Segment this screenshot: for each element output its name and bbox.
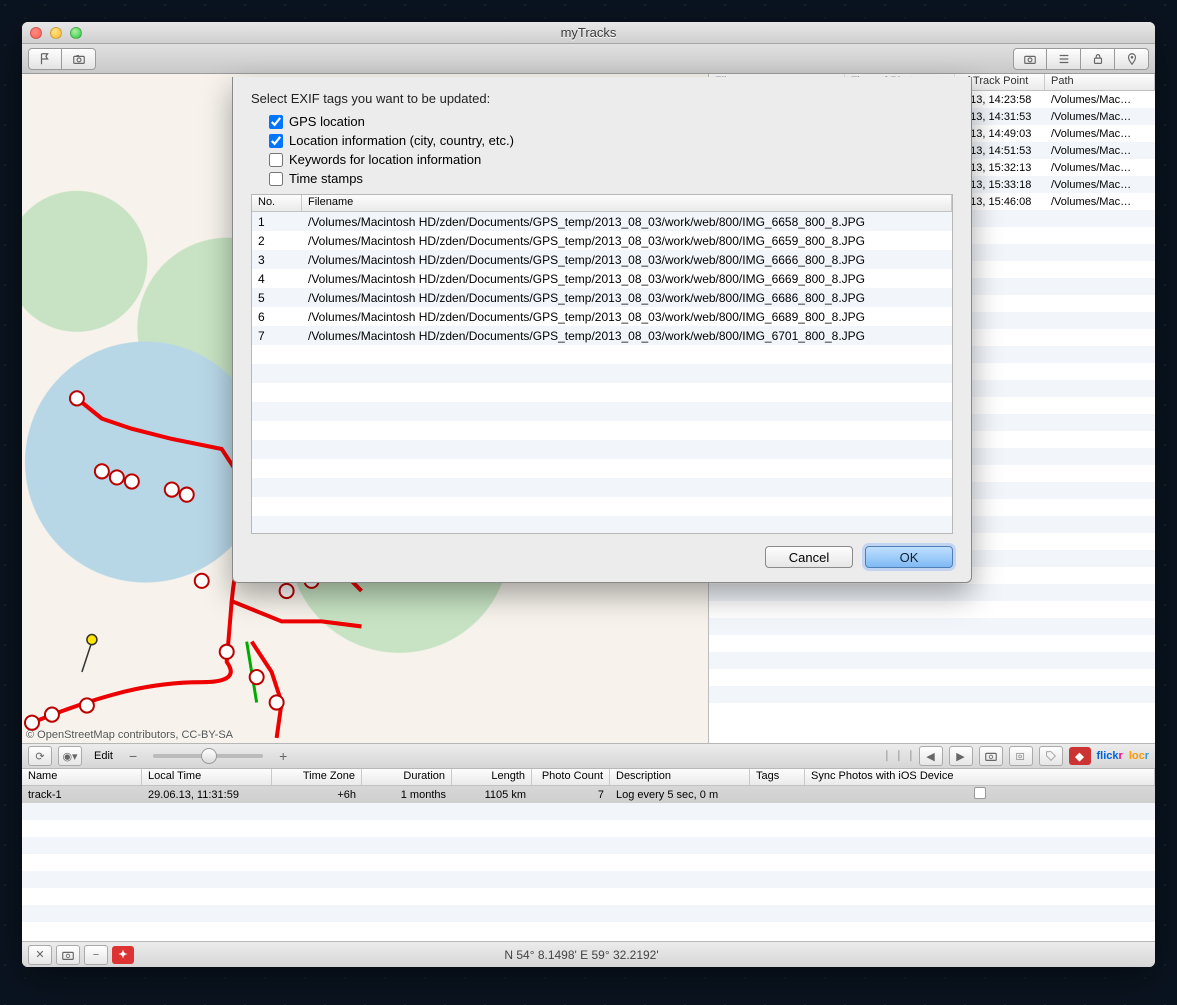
file-col-filename[interactable]: Filename (302, 195, 952, 211)
tracks-col-photocount[interactable]: Photo Count (532, 769, 610, 785)
exif-option-3[interactable]: Time stamps (251, 169, 953, 188)
exif-dialog: Select EXIF tags you want to be updated:… (232, 77, 972, 583)
tracks-col-duration[interactable]: Duration (362, 769, 452, 785)
zoom-slider[interactable] (153, 754, 263, 758)
top-toolbar (22, 44, 1155, 74)
photos-col-path[interactable]: Path (1045, 74, 1155, 90)
map-attribution: © OpenStreetMap contributors, CC-BY-SA (26, 729, 233, 741)
tracks-col-length[interactable]: Length (452, 769, 532, 785)
next-photo-button[interactable]: ▶ (949, 746, 973, 766)
titlebar[interactable]: myTracks (22, 22, 1155, 44)
ok-button[interactable]: OK (865, 546, 953, 568)
file-col-no[interactable]: No. (252, 195, 302, 211)
tracks-col-desc[interactable]: Description (610, 769, 750, 785)
track-row[interactable]: track-129.06.13, 11:31:59+6h1 months1105… (22, 786, 1155, 803)
file-row[interactable]: 1/Volumes/Macintosh HD/zden/Documents/GP… (252, 212, 952, 231)
exif-checkbox-3[interactable] (269, 172, 283, 186)
visibility-menu[interactable]: ◉▾ (58, 746, 82, 766)
window-title: myTracks (22, 25, 1155, 40)
exif-option-0[interactable]: GPS location (251, 112, 953, 131)
flickr-icon[interactable]: flickr (1097, 750, 1123, 762)
tracks-col-tz[interactable]: Time Zone (272, 769, 362, 785)
flag-button[interactable] (28, 48, 62, 70)
pin-view-button[interactable] (1115, 48, 1149, 70)
tracks-table[interactable]: track-129.06.13, 11:31:59+6h1 months1105… (22, 786, 1155, 941)
file-row[interactable]: 7/Volumes/Macintosh HD/zden/Documents/GP… (252, 326, 952, 345)
zoom-in-button[interactable]: + (275, 748, 291, 764)
photo-view-button[interactable] (1013, 48, 1047, 70)
tracks-header: Name Local Time Time Zone Duration Lengt… (22, 769, 1155, 786)
list-view-button[interactable] (1047, 48, 1081, 70)
file-row[interactable]: 6/Volumes/Macintosh HD/zden/Documents/GP… (252, 307, 952, 326)
tracks-col-tags[interactable]: Tags (750, 769, 805, 785)
exif-option-2[interactable]: Keywords for location information (251, 150, 953, 169)
status-bar: ✕ − ✦ N 54° 8.1498' E 59° 32.2192' (22, 941, 1155, 967)
sync-checkbox[interactable] (974, 787, 986, 799)
zoom-window-button[interactable] (70, 27, 82, 39)
exif-checkbox-2[interactable] (269, 153, 283, 167)
close-window-button[interactable] (30, 27, 42, 39)
delete-button[interactable]: ✕ (28, 945, 52, 965)
cancel-button[interactable]: Cancel (765, 546, 853, 568)
exif-checkbox-0[interactable] (269, 115, 283, 129)
file-row[interactable]: 4/Volumes/Macintosh HD/zden/Documents/GP… (252, 269, 952, 288)
locr-icon[interactable]: locr (1129, 750, 1149, 762)
tracks-col-sync[interactable]: Sync Photos with iOS Device (805, 769, 1155, 785)
file-table[interactable]: No. Filename 1/Volumes/Macintosh HD/zden… (251, 194, 953, 534)
camera-button[interactable] (62, 48, 96, 70)
export-photo-button[interactable] (1009, 746, 1033, 766)
exif-checkbox-1[interactable] (269, 134, 283, 148)
file-row[interactable]: 3/Volumes/Macintosh HD/zden/Documents/GP… (252, 250, 952, 269)
coordinates-label: N 54° 8.1498' E 59° 32.2192' (138, 948, 1025, 962)
map-toolbar: ⟳ ◉▾ Edit − + ⎹⎹⎹ ◀ ▶ ◆ flickr locr (22, 743, 1155, 769)
show-photo-button[interactable] (979, 746, 1003, 766)
prev-photo-button[interactable]: ◀ (919, 746, 943, 766)
dialog-title: Select EXIF tags you want to be updated: (251, 91, 953, 106)
lock-view-button[interactable] (1081, 48, 1115, 70)
tag-photo-button[interactable] (1039, 746, 1063, 766)
remove-button[interactable]: − (84, 945, 108, 965)
reload-button[interactable]: ⟳ (28, 746, 52, 766)
snapshot-button[interactable] (56, 945, 80, 965)
edit-label[interactable]: Edit (88, 750, 119, 762)
minimize-window-button[interactable] (50, 27, 62, 39)
tracks-col-name[interactable]: Name (22, 769, 142, 785)
file-row[interactable]: 5/Volumes/Macintosh HD/zden/Documents/GP… (252, 288, 952, 307)
app-window: myTracks (22, 22, 1155, 967)
exif-option-1[interactable]: Location information (city, country, etc… (251, 131, 953, 150)
record-button[interactable]: ✦ (112, 946, 134, 964)
panel-grip-icon[interactable]: ⎹⎹⎹ (877, 750, 913, 763)
zoom-out-button[interactable]: − (125, 748, 141, 764)
tracks-col-localtime[interactable]: Local Time (142, 769, 272, 785)
file-row[interactable]: 2/Volumes/Macintosh HD/zden/Documents/GP… (252, 231, 952, 250)
google-earth-icon[interactable]: ◆ (1069, 747, 1091, 765)
